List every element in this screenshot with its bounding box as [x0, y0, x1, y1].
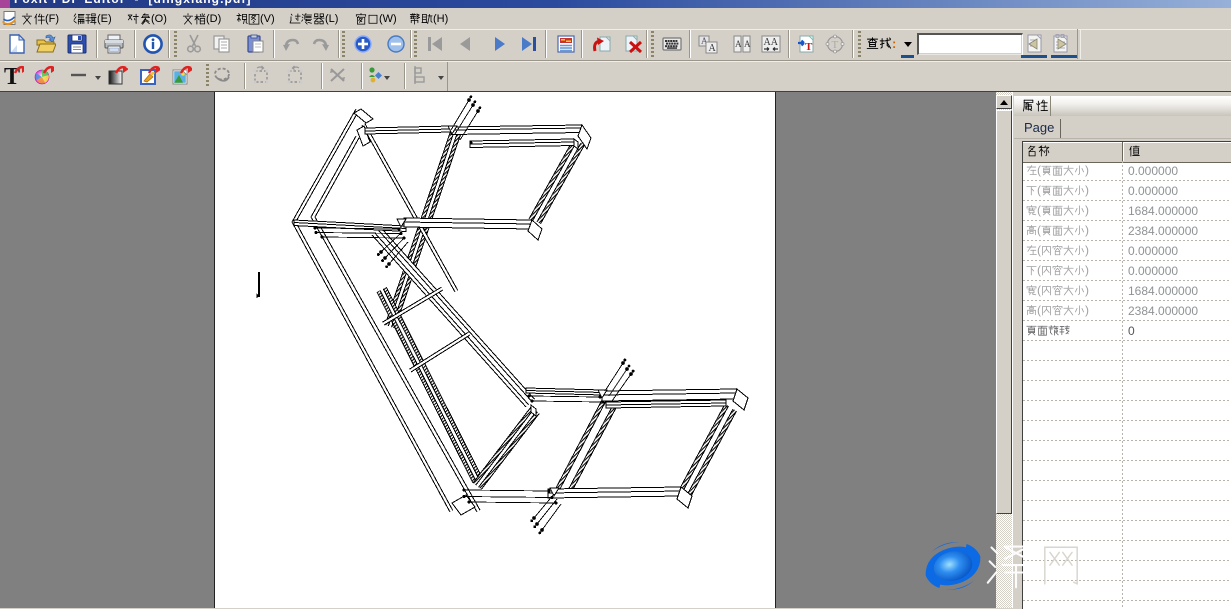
svg-text:T: T: [832, 39, 839, 51]
svg-text:AA: AA: [764, 37, 779, 48]
svg-text:A: A: [735, 39, 742, 49]
svg-text:T: T: [805, 41, 813, 53]
svg-text:A: A: [744, 39, 751, 49]
svg-text:A: A: [709, 43, 717, 54]
